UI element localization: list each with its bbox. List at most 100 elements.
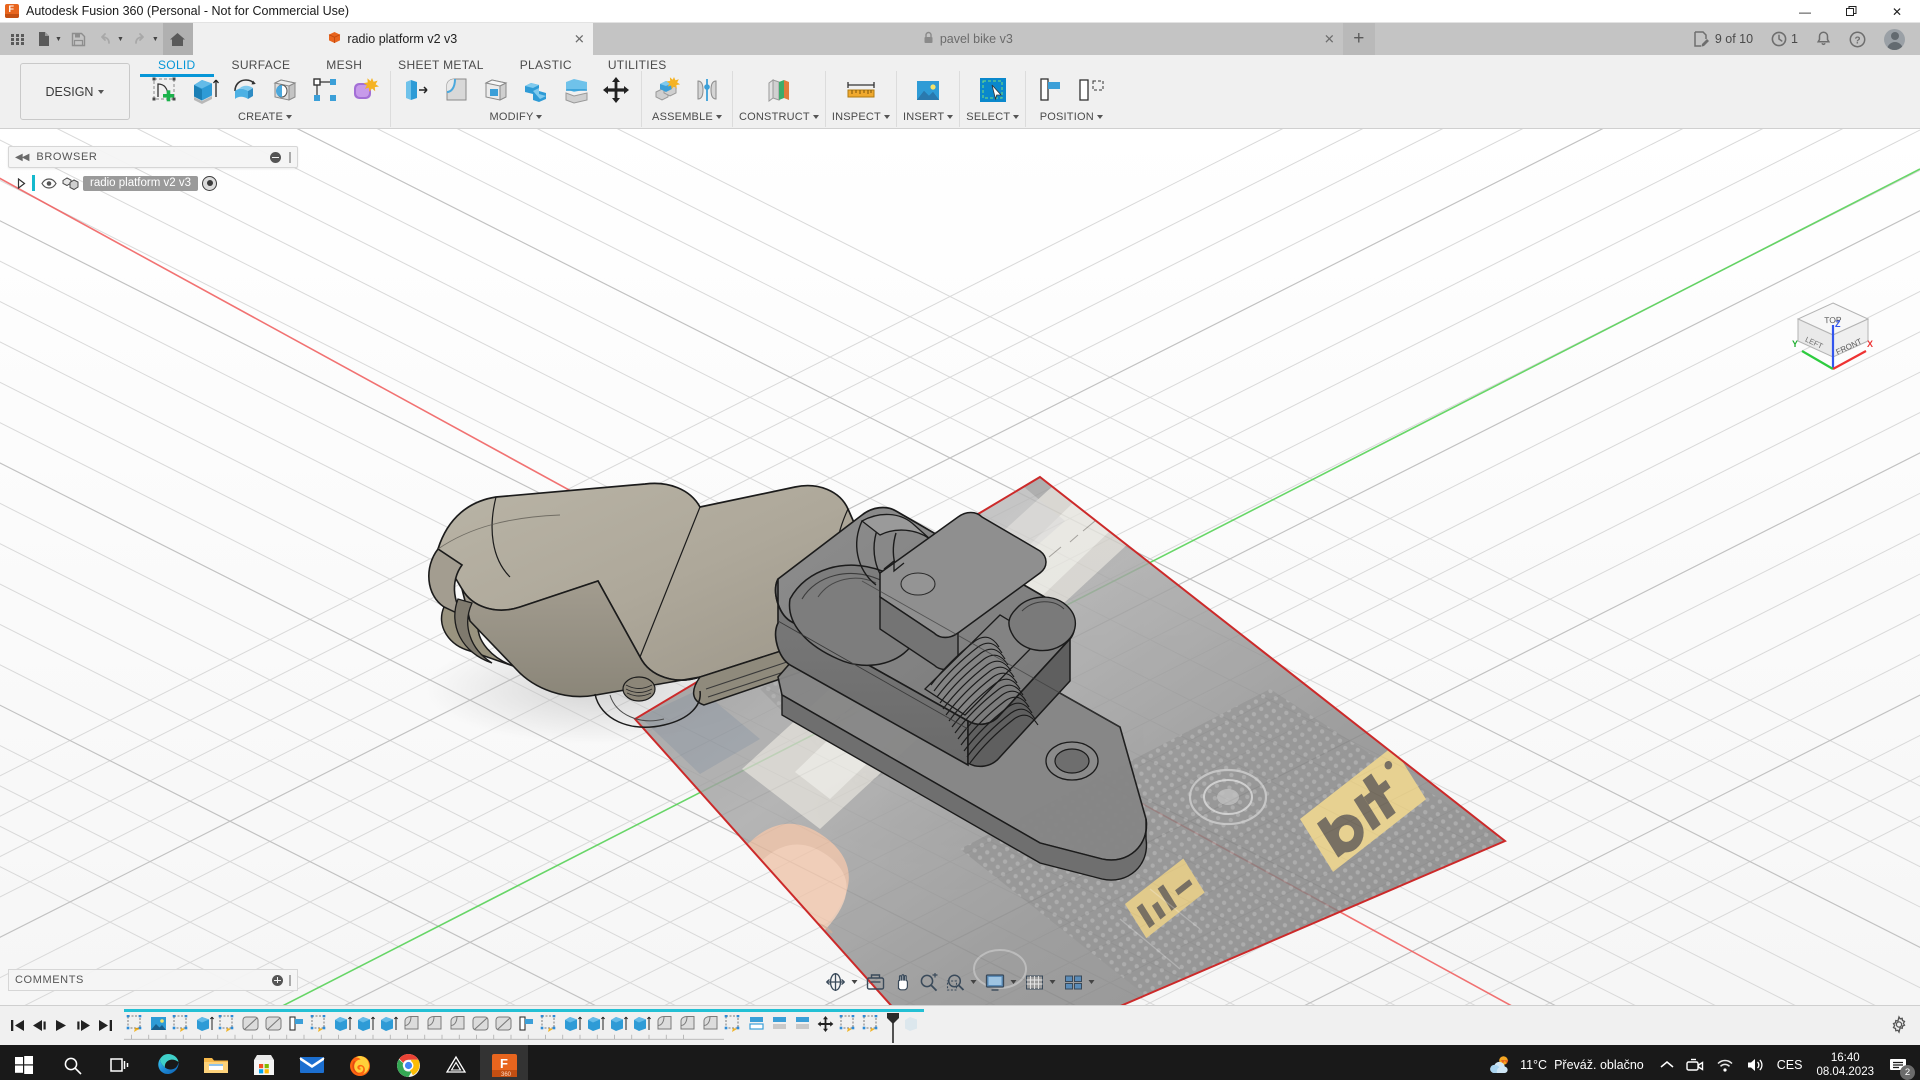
new-tab-button[interactable]: + xyxy=(1342,23,1375,55)
align-button[interactable] xyxy=(1032,71,1070,109)
timeline-feature-shell[interactable] xyxy=(400,1013,423,1035)
timeline-feature-extrude[interactable] xyxy=(630,1013,653,1035)
offset-plane-button[interactable] xyxy=(757,71,801,109)
timeline-feature-extrude[interactable] xyxy=(584,1013,607,1035)
timeline-feature-extrude[interactable] xyxy=(607,1013,630,1035)
new-document-caret[interactable]: ▼ xyxy=(55,36,62,43)
meet-now-button[interactable] xyxy=(1680,1045,1710,1080)
grid-snap-button[interactable] xyxy=(1022,969,1048,995)
clock-button[interactable]: 16:40 08.04.2023 xyxy=(1808,1051,1882,1079)
close-button[interactable]: ✕ xyxy=(1874,0,1920,23)
zoom-window-button[interactable] xyxy=(943,969,969,995)
eye-icon[interactable] xyxy=(39,175,58,191)
orbit-caret[interactable] xyxy=(851,980,858,984)
history-status[interactable]: 1 xyxy=(1762,23,1807,55)
save-button[interactable] xyxy=(66,26,92,52)
ribbon-panel-label-create[interactable]: CREATE xyxy=(238,111,292,123)
timeline-feature-fillet[interactable] xyxy=(239,1013,262,1035)
viewports-caret[interactable] xyxy=(1088,980,1095,984)
look-at-button[interactable] xyxy=(863,969,889,995)
undo-button[interactable] xyxy=(93,26,119,52)
timeline-feature-extrude[interactable] xyxy=(331,1013,354,1035)
timeline-feature-extrude[interactable] xyxy=(354,1013,377,1035)
ribbon-panel-label-select[interactable]: SELECT xyxy=(966,111,1020,123)
press-pull-button[interactable] xyxy=(397,71,435,109)
redo-button[interactable] xyxy=(128,26,154,52)
timeline-feature-sketch[interactable] xyxy=(170,1013,193,1035)
weather-widget[interactable]: 11°C Převáž. oblačno xyxy=(1478,1054,1654,1076)
home-button[interactable] xyxy=(162,23,193,55)
timeline-feature-sketch[interactable] xyxy=(860,1013,883,1035)
split-face-button[interactable] xyxy=(557,71,595,109)
edge-button[interactable] xyxy=(144,1045,192,1080)
keyboard-layout-button[interactable]: CES xyxy=(1771,1045,1809,1080)
search-button[interactable] xyxy=(48,1045,96,1080)
plus-circle-icon[interactable] xyxy=(272,974,283,986)
timeline-feature-shell[interactable] xyxy=(653,1013,676,1035)
browser-item-label[interactable]: radio platform v2 v3 xyxy=(83,175,198,191)
timeline-feature-fillet[interactable] xyxy=(469,1013,492,1035)
new-component-button[interactable] xyxy=(648,71,686,109)
ribbon-panel-label-assemble[interactable]: ASSEMBLE xyxy=(652,111,722,123)
document-tab-close-0[interactable]: ✕ xyxy=(574,33,585,46)
orbit-button[interactable] xyxy=(822,969,850,995)
timeline-feature-shell[interactable] xyxy=(676,1013,699,1035)
jobs-status[interactable]: 9 of 10 xyxy=(1684,23,1762,55)
fusion360-button[interactable]: F 360 xyxy=(480,1045,528,1080)
hole-button[interactable] xyxy=(266,71,304,109)
timeline-feature-canvas[interactable] xyxy=(147,1013,170,1035)
panel-resize-grip[interactable] xyxy=(289,151,291,163)
timeline-feature-shell[interactable] xyxy=(699,1013,722,1035)
timeline-feature-strip[interactable] xyxy=(124,1008,924,1043)
timeline-feature-sketch[interactable] xyxy=(216,1013,239,1035)
view-cube[interactable]: TOP LEFT FRONT Z Y X xyxy=(1788,297,1878,377)
combine-button[interactable] xyxy=(517,71,555,109)
position-button[interactable] xyxy=(1072,71,1110,109)
viewport-canvas[interactable]: ◀◀ BROWSER radio platform v2 v3 COMMENTS… xyxy=(0,129,1920,1005)
timeline-feature-align[interactable] xyxy=(285,1013,308,1035)
timeline-feature-shell[interactable] xyxy=(446,1013,469,1035)
viewports-button[interactable] xyxy=(1061,969,1087,995)
move-copy-button[interactable] xyxy=(597,71,635,109)
insert-canvas-button[interactable] xyxy=(906,71,950,109)
zoom-window-caret[interactable] xyxy=(970,980,977,984)
ribbon-tab-mesh[interactable]: MESH xyxy=(308,55,380,74)
ribbon-tab-utilities[interactable]: UTILITIES xyxy=(590,55,685,74)
timeline-feature-move[interactable] xyxy=(814,1013,837,1035)
show-hidden-icons-button[interactable] xyxy=(1654,1045,1680,1080)
timeline-feature-combine[interactable] xyxy=(791,1013,814,1035)
go-to-end-button[interactable] xyxy=(94,1013,116,1039)
comments-resize-grip[interactable] xyxy=(289,974,291,986)
timeline-feature-sketch[interactable] xyxy=(124,1013,147,1035)
network-button[interactable] xyxy=(1710,1045,1740,1080)
collapse-left-icon[interactable]: ◀◀ xyxy=(15,152,29,163)
timeline-feature-extrude[interactable] xyxy=(377,1013,400,1035)
revolve-button[interactable] xyxy=(226,71,264,109)
step-forward-button[interactable] xyxy=(72,1013,94,1039)
ribbon-panel-label-construct[interactable]: CONSTRUCT xyxy=(739,111,819,123)
joint-button[interactable] xyxy=(688,71,726,109)
display-settings-button[interactable] xyxy=(982,969,1009,995)
rectangular-pattern-button[interactable] xyxy=(306,71,344,109)
start-button[interactable] xyxy=(0,1045,48,1080)
ribbon-tab-plastic[interactable]: PLASTIC xyxy=(502,55,590,74)
timeline-ghost-feature[interactable] xyxy=(901,1013,924,1035)
ribbon-tab-solid[interactable]: SOLID xyxy=(140,55,214,77)
timeline-end-marker[interactable] xyxy=(885,1012,901,1043)
timeline-feature-sketch[interactable] xyxy=(837,1013,860,1035)
document-tab-1[interactable]: pavel bike v3 ✕ xyxy=(592,23,1343,55)
new-document-button[interactable] xyxy=(31,26,57,52)
timeline-settings-button[interactable] xyxy=(1890,1014,1908,1036)
document-tab-close-1[interactable]: ✕ xyxy=(1324,33,1335,46)
file-explorer-button[interactable] xyxy=(192,1045,240,1080)
maximize-button[interactable] xyxy=(1828,0,1874,23)
volume-button[interactable] xyxy=(1740,1045,1771,1080)
ribbon-tab-sheet-metal[interactable]: SHEET METAL xyxy=(380,55,502,74)
active-dot-icon[interactable] xyxy=(202,175,217,191)
firefox-button[interactable] xyxy=(336,1045,384,1080)
task-view-button[interactable] xyxy=(96,1045,144,1080)
display-settings-caret[interactable] xyxy=(1010,980,1017,984)
timeline-feature-sketch[interactable] xyxy=(722,1013,745,1035)
timeline-feature-fillet[interactable] xyxy=(262,1013,285,1035)
timeline-feature-shell[interactable] xyxy=(423,1013,446,1035)
